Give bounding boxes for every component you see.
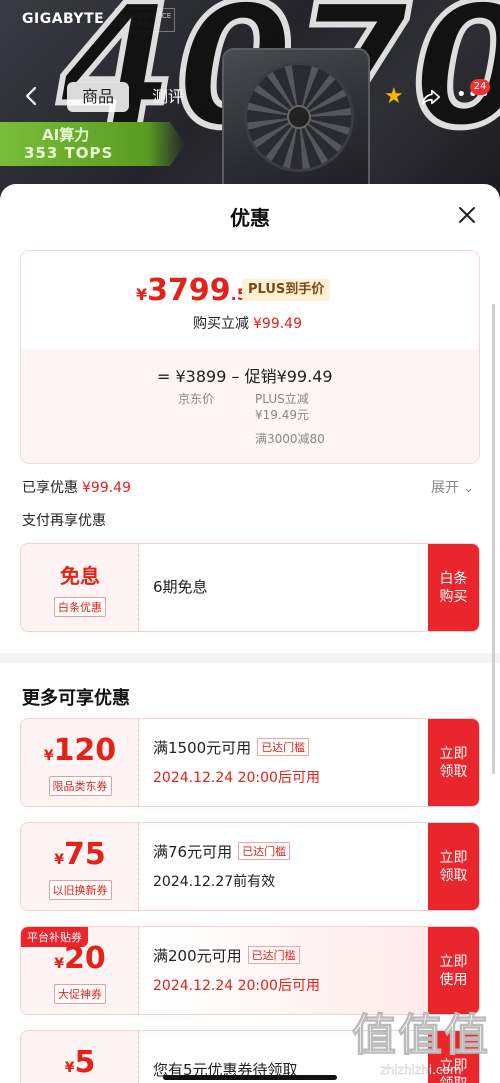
home-indicator[interactable] xyxy=(163,1075,337,1080)
expand-label: 展开 xyxy=(431,480,459,496)
coupon-time: 2024.12.27前有效 xyxy=(153,874,276,890)
message-count-badge: 24 xyxy=(470,79,490,95)
coupon-card: ¥120 限品类东券 满1500元可用 已达门槛 2024.12.24 20:00… xyxy=(20,718,480,807)
price-currency: ¥ xyxy=(136,285,148,304)
coupon-type: 大促神券 xyxy=(54,984,106,1004)
instant-discount-label: 购买立减 xyxy=(193,316,249,332)
price-formula: = ¥3899 – 促销¥99.49 xyxy=(157,367,333,386)
close-icon[interactable] xyxy=(456,204,478,226)
threshold-met-tag: 已达门槛 xyxy=(238,842,291,860)
coupon-condition: 满76元可用 已达门槛 xyxy=(153,841,291,862)
baitiao-button-label: 白条购买 xyxy=(439,570,468,605)
coupon-type: 限品类东券 xyxy=(48,776,112,796)
section-divider xyxy=(0,653,500,663)
enjoyed-discount: 已享优惠 ¥99.49 xyxy=(22,477,131,497)
enjoyed-label: 已享优惠 xyxy=(22,480,78,496)
full-reduction-label: 满3000减80 xyxy=(255,432,325,446)
more-discounts-title: 更多可享优惠 xyxy=(22,688,130,709)
watermark-logo: 值值值 xyxy=(352,1010,490,1062)
baitiao-desc: 6期免息 xyxy=(153,578,208,596)
baitiao-title: 免息 xyxy=(60,564,100,588)
price-integer: 3799 xyxy=(147,273,231,308)
favorite-star-icon[interactable]: ★ xyxy=(384,86,406,108)
final-price: ¥3799.51 xyxy=(136,273,259,308)
price-formula-section: = ¥3899 – 促销¥99.49 京东价 PLUS立减 ¥19.49元 满3… xyxy=(21,349,479,463)
threshold-met-tag: 已达门槛 xyxy=(247,946,300,964)
share-icon[interactable] xyxy=(420,86,442,108)
ai-line2: 353 TOPS xyxy=(24,144,114,162)
chevron-down-icon: ⌄ xyxy=(463,481,474,495)
watermark-url: zhizhizhi.com xyxy=(380,1063,462,1077)
site-watermark: 值值值 zhizhizhi.com xyxy=(352,999,490,1078)
instant-discount: 购买立减 ¥99.49 xyxy=(193,313,302,333)
plus-price-tag: PLUS到手价 xyxy=(242,279,331,301)
jd-price-label: 京东价 xyxy=(178,392,215,406)
ai-line1: AI算力 xyxy=(42,126,90,144)
coupon-condition: 满1500元可用 已达门槛 xyxy=(153,737,310,758)
baitiao-left: 免息 白条优惠 xyxy=(21,544,139,631)
baitiao-buy-button[interactable]: 白条购买 xyxy=(428,544,479,631)
final-price-section: ¥3799.51 PLUS到手价 购买立减¥99.49 xyxy=(21,251,479,349)
ai-performance-tag: AI算力 353 TOPS xyxy=(0,122,185,166)
coupon-condition: 满200元可用 已达门槛 xyxy=(153,945,300,966)
coupon-time: 2024.12.24 20:00后可用 xyxy=(153,770,320,786)
tab-review[interactable]: 测评 xyxy=(143,82,193,112)
coupon-amount: ¥120 xyxy=(43,733,117,768)
platform-subsidy-badge: 平台补贴券 xyxy=(21,927,88,947)
scrollbar[interactable] xyxy=(492,304,495,774)
tab-product[interactable]: 商品 xyxy=(67,82,129,112)
coupon-type: 以旧换新券 xyxy=(48,880,112,900)
expand-button[interactable]: 展开 ⌄ xyxy=(431,477,474,497)
pay-extra-heading: 支付再享优惠 xyxy=(22,513,106,529)
coupon-amount: ¥75 xyxy=(54,837,106,872)
plus-discount-value: ¥19.49元 xyxy=(255,408,309,422)
coupon-card: ¥75 以旧换新券 满76元可用 已达门槛 2024.12.27前有效 立即领取 xyxy=(20,822,480,911)
price-breakdown-box: ¥3799.51 PLUS到手价 购买立减¥99.49 = ¥3899 – 促销… xyxy=(20,250,480,464)
fan-image xyxy=(244,62,354,172)
discount-sheet: 优惠 ¥3799.51 PLUS到手价 购买立减¥99.49 = ¥3899 –… xyxy=(0,184,500,1083)
instant-discount-value: ¥99.49 xyxy=(253,316,302,332)
back-icon[interactable] xyxy=(20,84,44,108)
plus-discount-label: PLUS立减 xyxy=(255,392,309,406)
sheet-title: 优惠 xyxy=(230,206,270,230)
coupon-time: 2024.12.24 20:00后可用 xyxy=(153,978,320,994)
baitiao-card: 免息 白条优惠 6期免息 白条购买 xyxy=(20,543,480,632)
threshold-met-tag: 已达门槛 xyxy=(257,738,310,756)
claim-button[interactable]: 立即领取 xyxy=(428,719,479,806)
enjoyed-value: ¥99.49 xyxy=(82,480,131,496)
claim-button[interactable]: 立即领取 xyxy=(428,823,479,910)
graphics-card-image xyxy=(222,48,370,200)
coupon-amount: ¥5 xyxy=(64,1045,96,1080)
baitiao-type: 白条优惠 xyxy=(54,597,106,617)
